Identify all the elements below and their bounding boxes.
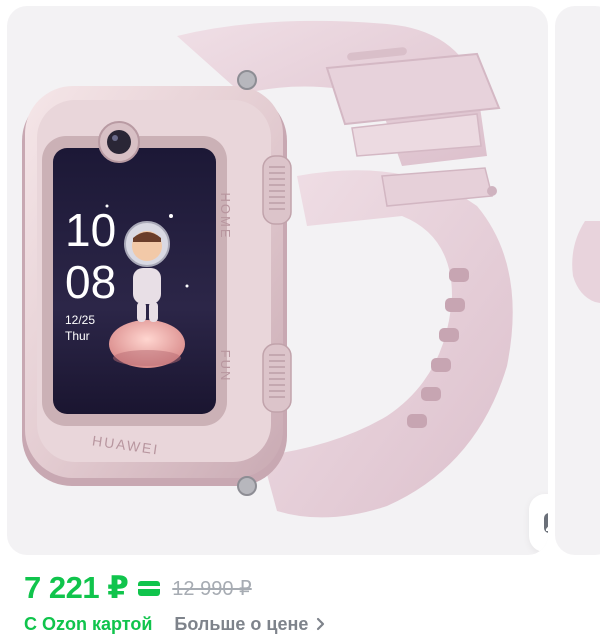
- more-about-price-link[interactable]: Больше о цене: [174, 614, 326, 635]
- more-about-price-label: Больше о цене: [174, 613, 309, 634]
- watch-fun-label: FUN: [218, 350, 233, 383]
- watch-home-label: HOME: [218, 193, 233, 240]
- price-row: 7 221 ₽ 12 990 ₽: [24, 568, 252, 608]
- watch-time-minutes: 08: [65, 256, 116, 308]
- next-product-card-peek[interactable]: [555, 6, 600, 555]
- product-image-card[interactable]: HOME FUN HUAWEI 10 08 12/25 Thur: [7, 6, 548, 555]
- image-search-icon: [544, 513, 548, 533]
- chevron-right-icon: [317, 617, 325, 631]
- watch-time-hours: 10: [65, 204, 116, 256]
- ozon-card-label: С Ozon картой: [24, 613, 153, 634]
- watch-date: 12/25: [65, 313, 95, 327]
- product-image: HOME FUN HUAWEI 10 08 12/25 Thur: [22, 20, 513, 518]
- next-product-image: [572, 221, 600, 303]
- price-info-row: С Ozon картой Больше о цене: [24, 612, 326, 636]
- current-price: 7 221 ₽: [24, 570, 129, 605]
- old-price: 12 990 ₽: [172, 577, 252, 600]
- image-search-button[interactable]: [529, 494, 548, 552]
- ozon-card-icon: [138, 580, 161, 596]
- watch-weekday: Thur: [65, 329, 90, 343]
